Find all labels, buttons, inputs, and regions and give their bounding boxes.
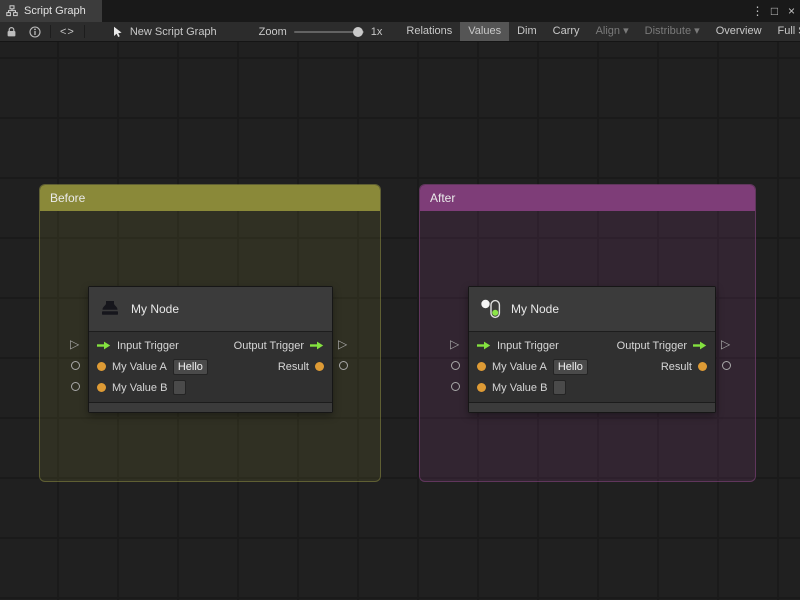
external-value-b-port[interactable] xyxy=(451,382,460,391)
input-trigger-label: Input Trigger xyxy=(497,339,559,352)
value-b-input[interactable] xyxy=(553,380,567,395)
window-menu-icon[interactable]: ⋮ xyxy=(749,4,766,18)
carry-button[interactable]: Carry xyxy=(545,22,588,41)
value-a-input[interactable]: Hello xyxy=(172,358,208,375)
external-input-trigger-port[interactable]: ▷ xyxy=(450,338,459,350)
window-titlebar: Script Graph ⋮ □ × xyxy=(0,0,800,22)
node-my-node-before[interactable]: My Node Input Trigger Output Trigger My … xyxy=(88,286,333,413)
group-before-header[interactable]: Before xyxy=(40,185,380,211)
zoom-slider[interactable] xyxy=(293,26,364,37)
value-b-input[interactable] xyxy=(173,380,187,395)
toggle-icon xyxy=(481,299,501,319)
graph-toolbar: <> New Script Graph Zoom 1x Relations Va… xyxy=(0,22,800,42)
value-a-input[interactable]: Hello xyxy=(552,358,588,375)
node-title: My Node xyxy=(511,302,560,316)
value-port-icon[interactable] xyxy=(97,383,106,392)
group-after-header[interactable]: After xyxy=(420,185,755,211)
relations-button[interactable]: Relations xyxy=(398,22,460,41)
zoom-value: 1x xyxy=(370,25,383,38)
value-a-label: My Value A xyxy=(492,360,547,373)
value-port-icon[interactable] xyxy=(97,362,106,371)
values-button[interactable]: Values xyxy=(460,22,510,41)
flow-arrow-icon[interactable] xyxy=(693,341,707,350)
value-b-label: My Value B xyxy=(112,381,168,394)
distribute-dropdown[interactable]: Distribute ▾ xyxy=(637,22,708,41)
external-output-trigger-port[interactable]: ▷ xyxy=(338,338,347,350)
close-icon[interactable]: × xyxy=(783,4,800,18)
align-dropdown[interactable]: Align ▾ xyxy=(588,22,637,41)
graph-canvas[interactable]: Before After My Node Input Trigger Outpu… xyxy=(0,42,800,600)
chevron-down-icon: ▾ xyxy=(623,24,629,37)
node-footer xyxy=(89,402,332,412)
stamp-icon xyxy=(102,301,118,315)
value-port-icon[interactable] xyxy=(477,362,486,371)
overview-button[interactable]: Overview xyxy=(708,22,770,41)
maximize-icon[interactable]: □ xyxy=(766,4,783,18)
output-trigger-label: Output Trigger xyxy=(616,339,687,352)
window-controls: ⋮ □ × xyxy=(749,0,800,22)
trigger-row: Input Trigger Output Trigger xyxy=(469,335,715,356)
external-input-trigger-port[interactable]: ▷ xyxy=(70,338,79,350)
trigger-row: Input Trigger Output Trigger xyxy=(89,335,332,356)
output-trigger-label: Output Trigger xyxy=(233,339,304,352)
node-footer xyxy=(469,402,715,412)
value-port-icon[interactable] xyxy=(477,383,486,392)
flow-arrow-icon[interactable] xyxy=(477,341,491,350)
value-port-icon[interactable] xyxy=(315,362,324,371)
dim-button[interactable]: Dim xyxy=(509,22,545,41)
graph-icon xyxy=(6,5,18,17)
node-my-node-after[interactable]: My Node Input Trigger Output Trigger My … xyxy=(468,286,716,413)
value-b-row: My Value B xyxy=(89,377,332,398)
value-a-row: My Value A Hello Result xyxy=(89,356,332,377)
chevron-down-icon: ▾ xyxy=(694,24,700,37)
fullscreen-button[interactable]: Full Screen xyxy=(770,22,800,41)
value-a-label: My Value A xyxy=(112,360,167,373)
tab-script-graph[interactable]: Script Graph xyxy=(0,0,102,22)
external-result-port[interactable] xyxy=(339,361,348,370)
node-body: Input Trigger Output Trigger My Value A … xyxy=(89,332,332,398)
input-trigger-label: Input Trigger xyxy=(117,339,179,352)
zoom-label: Zoom xyxy=(258,25,287,38)
toolbar-separator xyxy=(50,25,51,38)
value-b-label: My Value B xyxy=(492,381,548,394)
flow-arrow-icon[interactable] xyxy=(310,341,324,350)
info-icon[interactable] xyxy=(23,22,47,41)
external-value-a-port[interactable] xyxy=(71,361,80,370)
lock-icon[interactable] xyxy=(0,22,23,41)
group-after-title: After xyxy=(430,191,456,205)
node-header[interactable]: My Node xyxy=(89,287,332,332)
toolbar-separator xyxy=(83,25,85,38)
value-port-icon[interactable] xyxy=(698,362,707,371)
external-value-a-port[interactable] xyxy=(451,361,460,370)
result-label: Result xyxy=(277,360,309,373)
value-b-row: My Value B xyxy=(469,377,715,398)
node-header[interactable]: My Node xyxy=(469,287,715,332)
node-title: My Node xyxy=(131,302,180,316)
graph-name-label[interactable]: New Script Graph xyxy=(130,26,217,38)
node-body: Input Trigger Output Trigger My Value A … xyxy=(469,332,715,398)
external-value-b-port[interactable] xyxy=(71,382,80,391)
cursor-icon xyxy=(106,22,130,41)
zoom-slider-knob[interactable] xyxy=(352,26,363,37)
external-output-trigger-port[interactable]: ▷ xyxy=(721,338,730,350)
value-a-row: My Value A Hello Result xyxy=(469,356,715,377)
group-before-title: Before xyxy=(50,191,86,205)
external-result-port[interactable] xyxy=(722,361,731,370)
flow-arrow-icon[interactable] xyxy=(97,341,111,350)
code-icon[interactable]: <> xyxy=(54,22,81,41)
tab-title: Script Graph xyxy=(24,5,86,17)
result-label: Result xyxy=(660,360,692,373)
